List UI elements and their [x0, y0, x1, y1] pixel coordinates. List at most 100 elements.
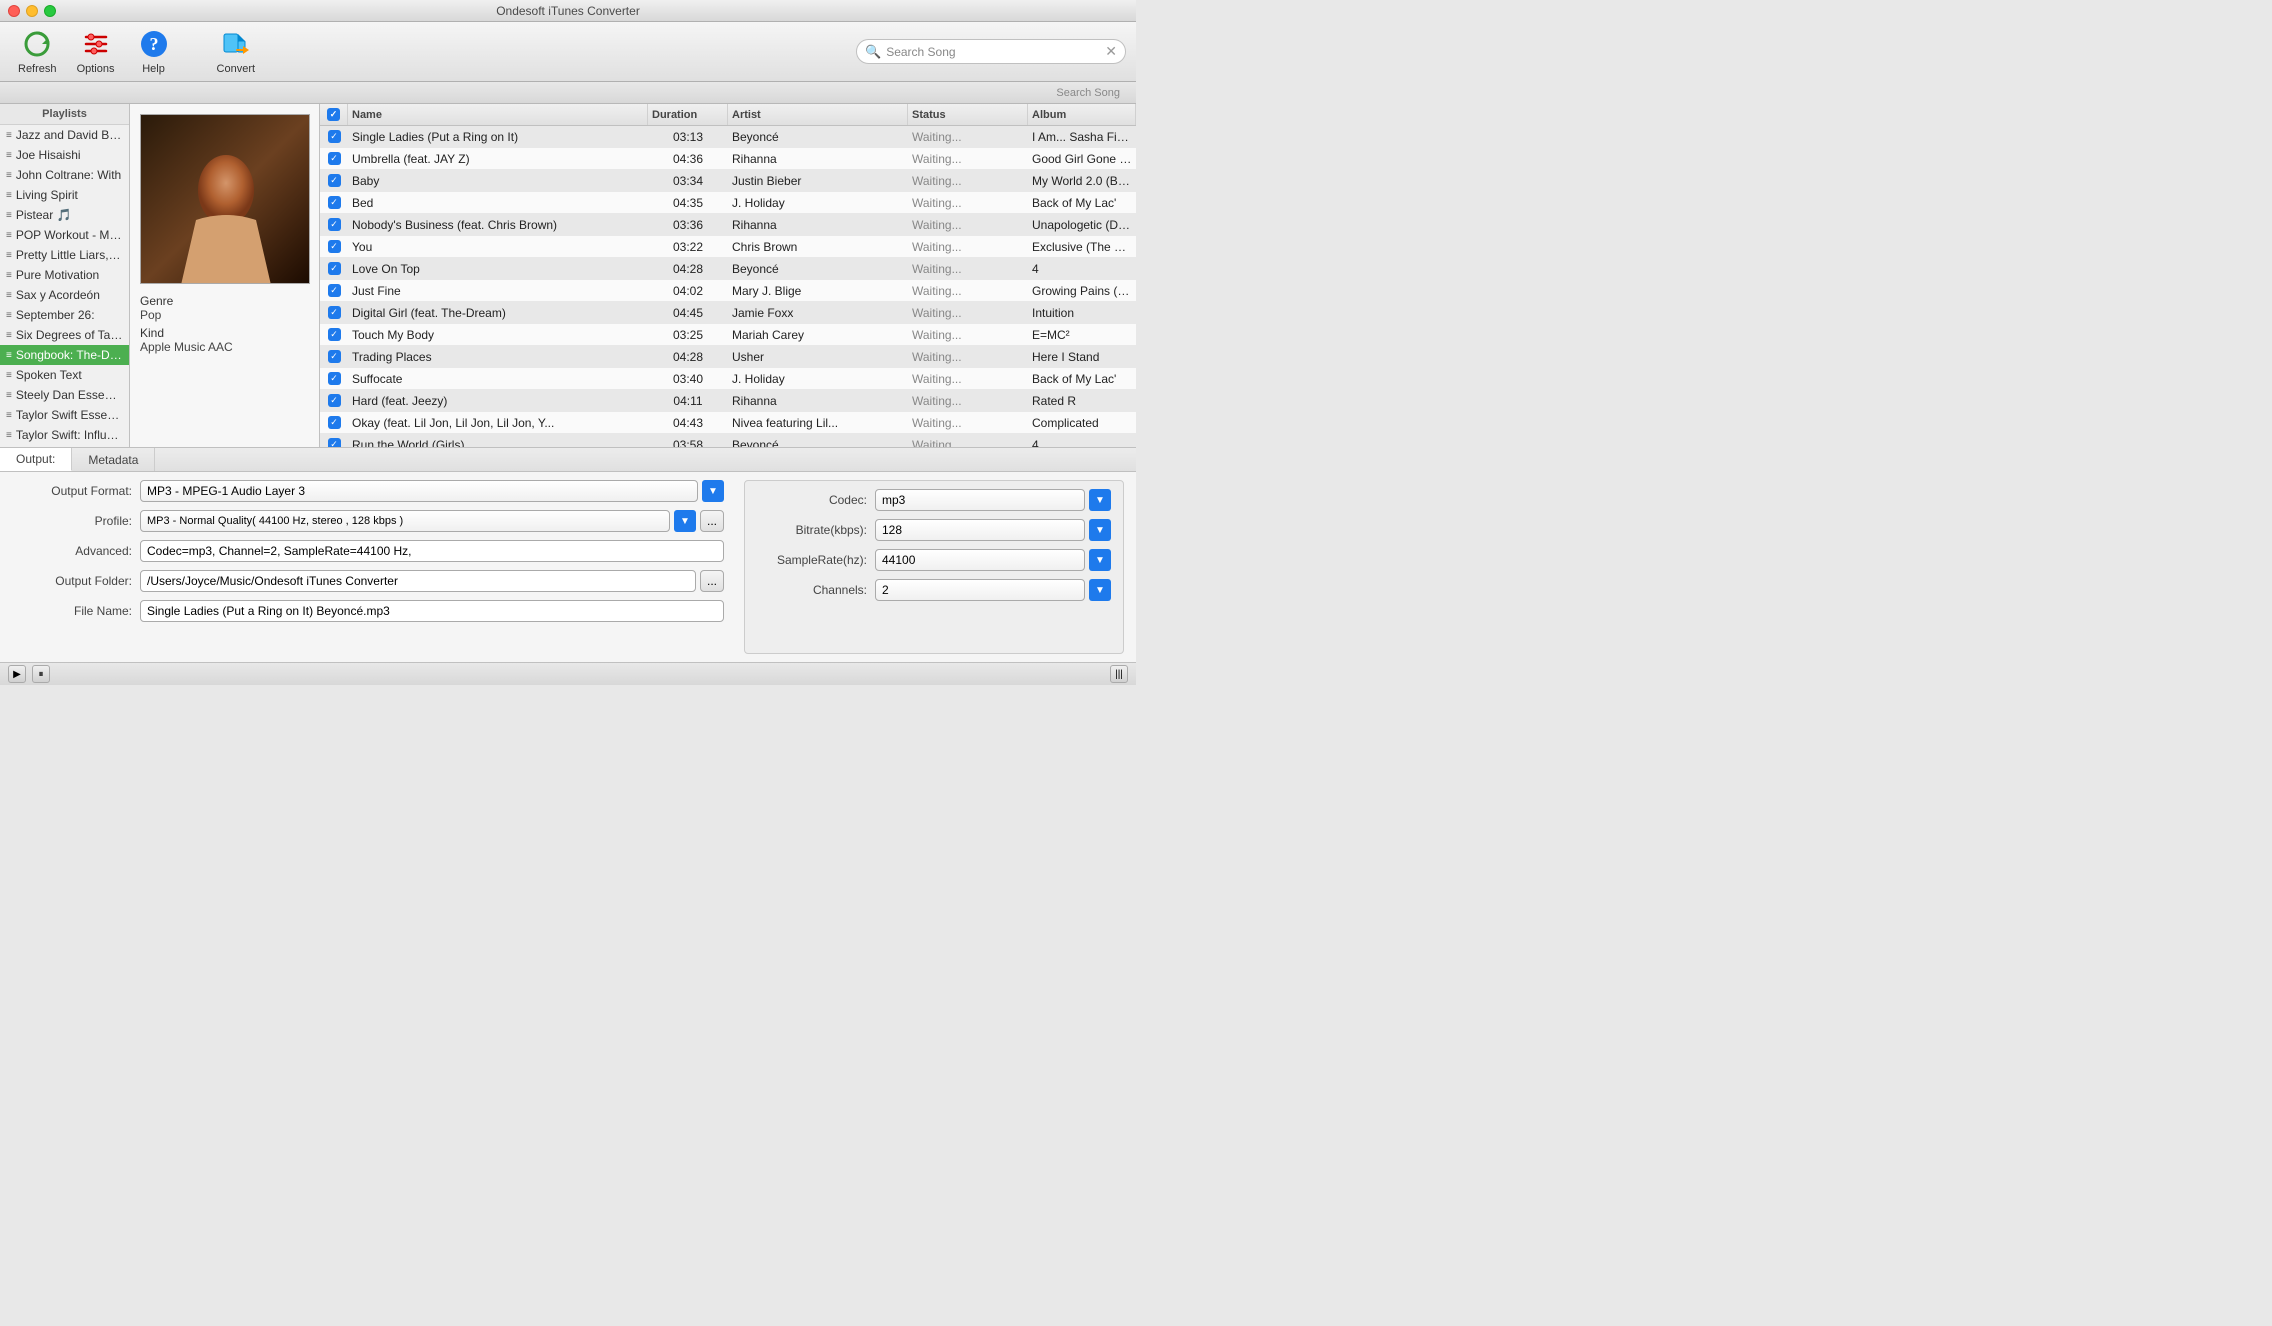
- row-checkbox[interactable]: ✓: [320, 174, 348, 187]
- sidebar-item-11[interactable]: ≡Songbook: The-Dream: [0, 345, 129, 365]
- sidebar-item-4[interactable]: ≡Pistear 🎵: [0, 205, 129, 225]
- song-name: Love On Top: [348, 262, 648, 276]
- bitrate-arrow[interactable]: ▼: [1089, 519, 1111, 541]
- bitrate-select[interactable]: 128: [875, 519, 1085, 541]
- song-checkbox[interactable]: ✓: [328, 416, 341, 429]
- playlist-icon: ≡: [6, 150, 12, 161]
- song-checkbox[interactable]: ✓: [328, 284, 341, 297]
- row-checkbox[interactable]: ✓: [320, 372, 348, 385]
- bitrate-row: Bitrate(kbps): 128 ▼: [757, 519, 1111, 541]
- table-row[interactable]: ✓ Bed 04:35 J. Holiday Waiting... Back o…: [320, 192, 1136, 214]
- row-checkbox[interactable]: ✓: [320, 328, 348, 341]
- select-all-checkbox[interactable]: ✓: [327, 108, 340, 121]
- table-row[interactable]: ✓ Umbrella (feat. JAY Z) 04:36 Rihanna W…: [320, 148, 1136, 170]
- row-checkbox[interactable]: ✓: [320, 196, 348, 209]
- song-checkbox[interactable]: ✓: [328, 306, 341, 319]
- row-checkbox[interactable]: ✓: [320, 262, 348, 275]
- table-row[interactable]: ✓ Okay (feat. Lil Jon, Lil Jon, Lil Jon,…: [320, 412, 1136, 434]
- profile-arrow[interactable]: ▼: [674, 510, 696, 532]
- row-checkbox[interactable]: ✓: [320, 130, 348, 143]
- channels-arrow[interactable]: ▼: [1089, 579, 1111, 601]
- sidebar-item-1[interactable]: ≡Joe Hisaishi: [0, 145, 129, 165]
- search-input[interactable]: [886, 45, 1100, 59]
- table-row[interactable]: ✓ You 03:22 Chris Brown Waiting... Exclu…: [320, 236, 1136, 258]
- pause-button[interactable]: ⏸: [32, 665, 50, 683]
- table-row[interactable]: ✓ Hard (feat. Jeezy) 04:11 Rihanna Waiti…: [320, 390, 1136, 412]
- samplerate-select[interactable]: 44100: [875, 549, 1085, 571]
- help-button[interactable]: ? Help: [127, 24, 181, 79]
- song-checkbox[interactable]: ✓: [328, 196, 341, 209]
- close-button[interactable]: [8, 5, 20, 17]
- sidebar-item-15[interactable]: ≡Taylor Swift: Influences: [0, 425, 129, 445]
- sidebar-item-5[interactable]: ≡POP Workout - Motivationa: [0, 225, 129, 245]
- profile-select[interactable]: MP3 - Normal Quality( 44100 Hz, stereo ,…: [140, 510, 670, 532]
- header-album: Album: [1028, 104, 1136, 125]
- song-checkbox[interactable]: ✓: [328, 130, 341, 143]
- profile-dots-button[interactable]: ...: [700, 510, 724, 532]
- sidebar-item-9[interactable]: ≡September 26:: [0, 305, 129, 325]
- song-checkbox[interactable]: ✓: [328, 240, 341, 253]
- song-checkbox[interactable]: ✓: [328, 394, 341, 407]
- sidebar-item-14[interactable]: ≡Taylor Swift Essentials: [0, 405, 129, 425]
- codec-select[interactable]: mp3: [875, 489, 1085, 511]
- song-checkbox[interactable]: ✓: [328, 152, 341, 165]
- table-row[interactable]: ✓ Love On Top 04:28 Beyoncé Waiting... 4: [320, 258, 1136, 280]
- filename-input[interactable]: [140, 600, 724, 622]
- header-checkbox[interactable]: ✓: [320, 104, 348, 125]
- song-checkbox[interactable]: ✓: [328, 218, 341, 231]
- song-checkbox[interactable]: ✓: [328, 350, 341, 363]
- row-checkbox[interactable]: ✓: [320, 284, 348, 297]
- table-row[interactable]: ✓ Baby 03:34 Justin Bieber Waiting... My…: [320, 170, 1136, 192]
- song-checkbox[interactable]: ✓: [328, 372, 341, 385]
- sidebar-item-label: Living Spirit: [16, 188, 78, 202]
- row-checkbox[interactable]: ✓: [320, 218, 348, 231]
- more-button[interactable]: |||: [1110, 665, 1128, 683]
- search-clear-icon[interactable]: ✕: [1105, 43, 1117, 60]
- table-row[interactable]: ✓ Just Fine 04:02 Mary J. Blige Waiting.…: [320, 280, 1136, 302]
- sidebar-item-7[interactable]: ≡Pure Motivation: [0, 265, 129, 285]
- samplerate-arrow[interactable]: ▼: [1089, 549, 1111, 571]
- row-checkbox[interactable]: ✓: [320, 438, 348, 447]
- channels-select[interactable]: 2: [875, 579, 1085, 601]
- row-checkbox[interactable]: ✓: [320, 394, 348, 407]
- table-row[interactable]: ✓ Digital Girl (feat. The-Dream) 04:45 J…: [320, 302, 1136, 324]
- song-checkbox[interactable]: ✓: [328, 328, 341, 341]
- table-row[interactable]: ✓ Run the World (Girls) 03:58 Beyoncé Wa…: [320, 434, 1136, 447]
- song-checkbox[interactable]: ✓: [328, 262, 341, 275]
- sidebar-item-6[interactable]: ≡Pretty Little Liars, Season: [0, 245, 129, 265]
- folder-input[interactable]: [140, 570, 696, 592]
- refresh-button[interactable]: Refresh: [10, 24, 65, 79]
- tab-output[interactable]: Output:: [0, 448, 72, 471]
- sidebar-item-10[interactable]: ≡Six Degrees of Taylor Swif: [0, 325, 129, 345]
- table-row[interactable]: ✓ Nobody's Business (feat. Chris Brown) …: [320, 214, 1136, 236]
- sidebar-item-3[interactable]: ≡Living Spirit: [0, 185, 129, 205]
- maximize-button[interactable]: [44, 5, 56, 17]
- format-arrow[interactable]: ▼: [702, 480, 724, 502]
- minimize-button[interactable]: [26, 5, 38, 17]
- format-select[interactable]: MP3 - MPEG-1 Audio Layer 3: [140, 480, 698, 502]
- song-status: Waiting...: [908, 394, 1028, 408]
- play-button[interactable]: ▶: [8, 665, 26, 683]
- table-row[interactable]: ✓ Single Ladies (Put a Ring on It) 03:13…: [320, 126, 1136, 148]
- tab-metadata[interactable]: Metadata: [72, 448, 155, 471]
- options-button[interactable]: Options: [69, 24, 123, 79]
- sidebar-item-0[interactable]: ≡Jazz and David Bowie: [0, 125, 129, 145]
- row-checkbox[interactable]: ✓: [320, 152, 348, 165]
- table-row[interactable]: ✓ Trading Places 04:28 Usher Waiting... …: [320, 346, 1136, 368]
- row-checkbox[interactable]: ✓: [320, 350, 348, 363]
- sidebar-item-2[interactable]: ≡John Coltrane: With: [0, 165, 129, 185]
- codec-arrow[interactable]: ▼: [1089, 489, 1111, 511]
- song-checkbox[interactable]: ✓: [328, 438, 341, 447]
- convert-button[interactable]: Convert: [209, 24, 264, 79]
- row-checkbox[interactable]: ✓: [320, 306, 348, 319]
- row-checkbox[interactable]: ✓: [320, 240, 348, 253]
- row-checkbox[interactable]: ✓: [320, 416, 348, 429]
- song-checkbox[interactable]: ✓: [328, 174, 341, 187]
- table-row[interactable]: ✓ Suffocate 03:40 J. Holiday Waiting... …: [320, 368, 1136, 390]
- sidebar-item-8[interactable]: ≡Sax y Acordeón: [0, 285, 129, 305]
- folder-browse-button[interactable]: ...: [700, 570, 724, 592]
- sidebar-item-13[interactable]: ≡Steely Dan Essentials: [0, 385, 129, 405]
- sidebar-item-12[interactable]: ≡Spoken Text: [0, 365, 129, 385]
- advanced-input[interactable]: [140, 540, 724, 562]
- table-row[interactable]: ✓ Touch My Body 03:25 Mariah Carey Waiti…: [320, 324, 1136, 346]
